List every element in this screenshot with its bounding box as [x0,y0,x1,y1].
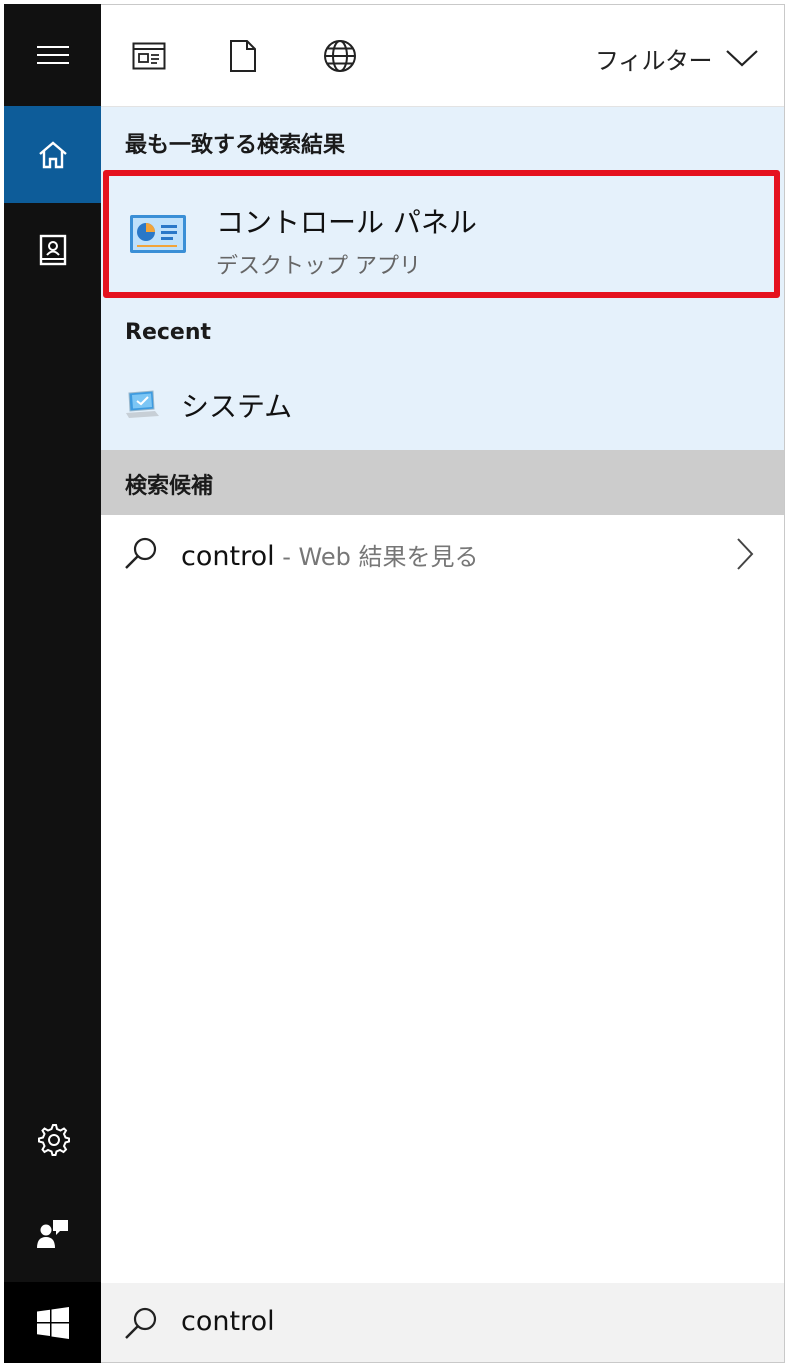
settings-button[interactable] [4,1094,101,1184]
search-icon [123,535,159,575]
home-button[interactable] [4,106,101,203]
web-suggestion-item[interactable]: control - Web 結果を見る [101,515,784,593]
suggestions-header: 検索候補 [101,450,784,515]
system-computer-icon [123,389,161,425]
app-window-icon [132,42,166,74]
best-match-title: コントロール パネル [216,206,477,239]
hamburger-menu-icon [36,45,69,65]
best-match-heading: 最も一致する検索結果 [125,133,346,158]
gear-icon [36,1122,70,1156]
best-match-result[interactable]: コントロール パネル デスクトップ アプリ [103,170,780,298]
notebook-button[interactable] [4,203,101,298]
recent-heading: Recent [125,320,212,345]
suggestion-hint: - Web 結果を見る [274,543,479,571]
scope-toolbar: フィルター [101,5,784,107]
globe-icon [323,39,357,77]
windows-logo-icon [36,1306,69,1339]
control-panel-icon [129,214,187,260]
notebook-icon [39,234,67,268]
search-icon [123,1305,159,1345]
scope-documents-button[interactable] [223,38,263,78]
feedback-icon [36,1217,70,1251]
suggestions-heading: 検索候補 [125,474,214,499]
filter-dropdown[interactable]: フィルター [595,41,758,76]
recent-item-label: システム [181,390,293,423]
start-button[interactable] [4,1282,101,1363]
suggestion-query: control [181,541,275,572]
home-icon [37,140,69,170]
search-panel: フィルター 最も一致する検索結果 コントロール パネル デスクトップ アプリ R… [101,5,784,1362]
chevron-down-icon [726,45,758,73]
search-bar [101,1283,784,1362]
results-area: 最も一致する検索結果 コントロール パネル デスクトップ アプリ Recent [101,107,784,450]
search-input[interactable] [181,1301,741,1341]
recent-item-system[interactable]: システム [101,375,784,435]
left-rail [4,4,101,1363]
feedback-button[interactable] [4,1189,101,1279]
best-match-subtitle: デスクトップ アプリ [216,254,421,279]
chevron-right-icon[interactable] [736,537,754,575]
filter-label: フィルター [594,47,713,75]
scope-apps-button[interactable] [129,38,169,78]
document-icon [229,39,257,77]
scope-web-button[interactable] [320,38,360,78]
suggestion-text: control - Web 結果を見る [181,537,478,572]
menu-button[interactable] [4,4,101,106]
